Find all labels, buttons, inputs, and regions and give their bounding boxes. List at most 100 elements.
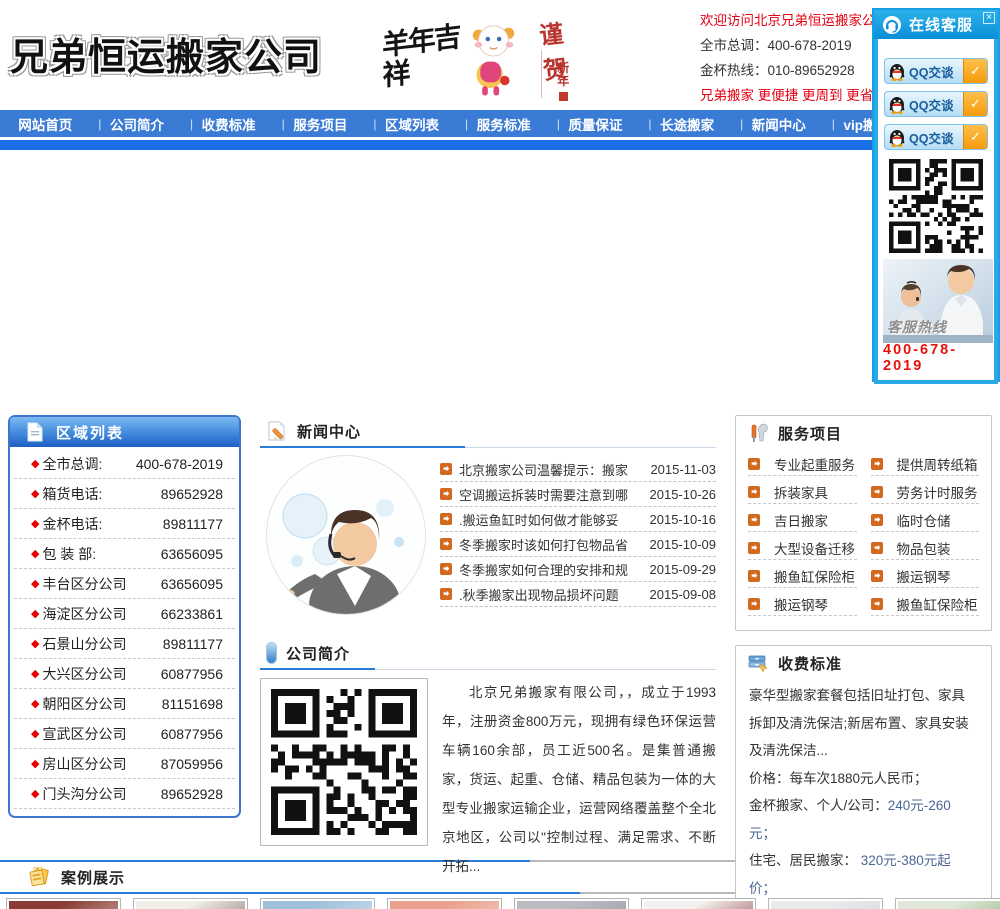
nav-separator: | [98,116,102,131]
service-link-icon [870,597,883,610]
nav-item-wrap: 长途搬家 | [660,114,743,134]
services-title: 服务项目 [778,425,843,443]
news-row: 北京搬家公司温馨提示：搬家 2015-11-03 [440,457,716,482]
nav-item[interactable]: 服务项目 [293,114,347,134]
service-item[interactable]: 提供周转纸箱 [870,452,979,476]
main-content: 区域列表 ◆ 全市总调: 400-678-2019 ◆ 箱货电话: 896529… [0,415,1000,909]
area-row: ◆ 门头沟分公司 89652928 [14,779,235,809]
service-item[interactable]: 临时仓储 [870,508,979,532]
main-nav: 网站首页 | 公司简介 | 收费标准 | 服务项目 | 区域列表 | 服务标准 … [0,110,1000,137]
qq-penguin-icon [889,130,905,147]
news-row: .秋季搬家出现物品损坏问题 2015-09-08 [440,582,716,607]
nav-item[interactable]: 区域列表 [385,114,439,134]
nav-item[interactable]: 公司简介 [110,114,164,134]
news-body: 北京搬家公司温馨提示：搬家 2015-11-03 空调搬运拆装时需要注意到哪 2… [260,455,716,615]
area-phone: 60877956 [160,725,223,742]
welcome-text: 欢迎访问北京兄弟恒运搬家公司 [700,13,889,28]
service-item[interactable]: 搬鱼缸保险柜 [870,592,979,616]
service-item[interactable]: 搬运钢琴 [870,564,979,588]
service-item[interactable]: 吉日搬家 [748,508,857,532]
nav-item-wrap: 公司简介 | [110,114,193,134]
area-row: ◆ 房山区分公司 87059956 [14,749,235,779]
news-pencil-icon [268,421,285,441]
area-label: 金杯电话: [42,515,103,532]
nav-item[interactable]: 质量保证 [568,114,622,134]
about-underline [260,668,375,670]
diamond-bullet-icon: ◆ [31,548,40,560]
area-row: ◆ 箱货电话: 89652928 [14,479,235,509]
area-row: ◆ 大兴区分公司 60877956 [14,659,235,689]
qq-penguin-icon [889,64,905,81]
case-thumbnail[interactable] [895,898,1000,909]
service-item[interactable]: 劳务计时服务 [870,480,979,504]
about-header: 公司简介 [260,637,716,670]
site-logo[interactable]: 兄弟恒运搬家公司 [10,26,322,81]
service-link-icon [870,541,883,554]
case-thumbnail[interactable] [387,898,502,909]
about-box: 公司简介 北京兄弟搬家有限公司，，成立于1993年，注册资金800万元，现拥有绿… [260,637,716,881]
area-label: 丰台区分公司 [42,575,127,592]
news-link-icon [440,463,452,475]
nav-item[interactable]: 新闻中心 [752,114,806,134]
customer-service-photo [266,455,426,615]
service-link-icon [870,457,883,470]
news-row: 空调搬运拆装时需要注意到哪 2015-10-26 [440,482,716,507]
nav-item[interactable]: 服务标准 [477,114,531,134]
case-thumbnail[interactable] [514,898,629,909]
banner-placeholder [0,150,1000,415]
close-icon[interactable]: × [983,12,995,24]
qq-chat-button[interactable]: QQ交谈 ✓ [884,91,988,117]
service-item[interactable]: 搬鱼缸保险柜 [748,564,857,588]
service-item[interactable]: 拆装家具 [748,480,857,504]
service-item[interactable]: 大型设备迁移 [748,536,857,560]
area-phone: 66233861 [160,605,223,622]
service-link-icon [748,569,760,582]
service-link-icon [748,485,760,498]
case-thumbnail[interactable] [6,898,121,909]
service-item[interactable]: 物品包装 [870,536,979,560]
news-item-title[interactable]: 冬季搬家时该如何打包物品省 [459,535,642,554]
area-label: 包 装 部: [42,545,97,562]
news-item-title[interactable]: .搬运鱼缸时如何做才能够妥 [459,510,642,529]
news-item-date: 2015-10-16 [649,511,717,527]
goat-mascot-icon [472,25,514,96]
case-thumbnail[interactable] [768,898,883,909]
news-link-icon [440,563,452,575]
nav-separator: | [281,116,285,131]
online-service-panel: 在线客服 × QQ交谈 ✓ QQ交谈 ✓ QQ交谈 ✓ 客服热线 400-678… [872,8,1000,384]
news-item-title[interactable]: 空调搬运拆装时需要注意到哪 [459,485,642,504]
news-item-title[interactable]: .秋季搬家出现物品损坏问题 [459,585,642,604]
case-thumbnail[interactable] [260,898,375,909]
news-item-title[interactable]: 冬季搬家如何合理的安排和规 [459,560,642,579]
nav-separator: | [831,116,835,131]
case-thumbnail[interactable] [641,898,756,909]
case-thumbnail[interactable] [133,898,248,909]
news-list: 北京搬家公司温馨提示：搬家 2015-11-03 空调搬运拆装时需要注意到哪 2… [440,457,716,615]
service-link-icon [870,569,883,582]
pricing-box: 收费标准 豪华型搬家套餐包括旧址打包、家具拆卸及清洗保洁;新居布置、家具安装及清… [735,645,992,909]
qq-chat-button[interactable]: QQ交谈 ✓ [884,58,988,84]
nav-item[interactable]: 长途搬家 [660,114,714,134]
service-item[interactable]: 专业起重服务 [748,452,857,476]
area-phone: 400-678-2019 [135,455,223,472]
area-row: ◆ 海淀区分公司 66233861 [14,599,235,629]
nav-item[interactable]: 网站首页 [18,114,72,134]
news-link-icon [440,513,452,525]
service-panel-header: 在线客服 × [874,10,998,39]
service-link-icon [870,485,883,498]
area-row: ◆ 包 装 部: 63656095 [14,539,235,569]
nav-separator: | [373,116,377,131]
qq-chat-button[interactable]: QQ交谈 ✓ [884,124,988,150]
area-label: 房山区分公司 [42,755,127,772]
nav-item[interactable]: 收费标准 [202,114,256,134]
newyear-banner: 羊年吉祥 谨贺 新年 [382,6,582,106]
nav-item-wrap: 质量保证 | [568,114,651,134]
qq-button-list: QQ交谈 ✓ QQ交谈 ✓ QQ交谈 ✓ [883,58,989,150]
diamond-bullet-icon: ◆ [31,788,40,800]
service-item[interactable]: 搬运钢琴 [748,592,857,616]
slogan-text: 兄弟搬家 更便捷 更周到 更省心 [700,88,887,103]
news-item-title[interactable]: 北京搬家公司温馨提示：搬家 [459,460,642,479]
service-item-label: 专业起重服务 [774,457,855,473]
service-panel-body: QQ交谈 ✓ QQ交谈 ✓ QQ交谈 ✓ 客服热线 400-678-2019 [874,39,998,384]
area-row: ◆ 宣武区分公司 60877956 [14,719,235,749]
